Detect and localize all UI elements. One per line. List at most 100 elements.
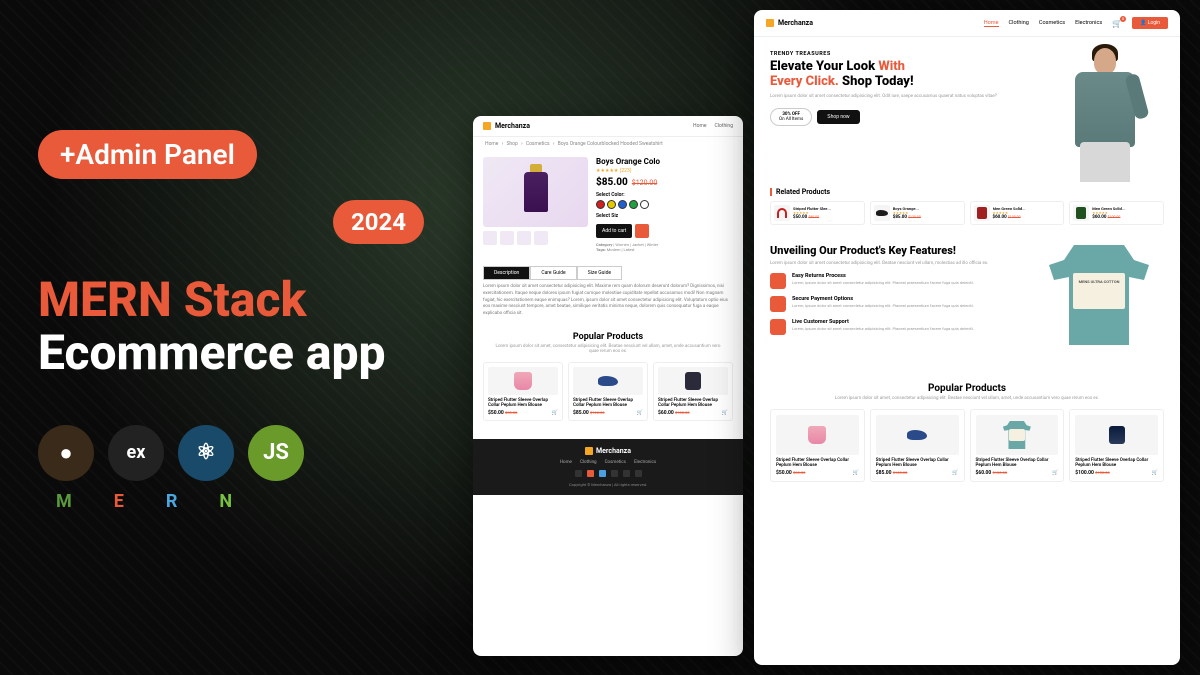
footer-link[interactable]: Electronics [634, 460, 656, 465]
payment-icon [770, 296, 786, 312]
support-icon [770, 319, 786, 335]
facebook-icon[interactable] [575, 470, 582, 477]
tab-size[interactable]: Size Guide [577, 266, 622, 280]
promo-panel: +Admin Panel 2024 MERN Stack Ecommerce a… [38, 130, 386, 512]
swatch-blue[interactable] [618, 200, 627, 209]
related-products: Related Products Striped Flutter Slee...… [754, 182, 1180, 231]
cart-icon[interactable]: 🛒 [637, 410, 643, 416]
product-detail-window: Merchanza Home Clothing Home › Shop › Co… [473, 116, 743, 656]
brand-logo[interactable]: Merchanza [483, 122, 530, 130]
description-text: Lorem ipsum dolor sit amet consectetur a… [473, 284, 743, 318]
product-card[interactable]: Striped Flutter Sleeve Overlap Collar Pe… [870, 409, 965, 482]
swatch-white[interactable] [640, 200, 649, 209]
thumb[interactable] [483, 231, 497, 245]
navbar: Merchanza Home Clothing [473, 116, 743, 137]
youtube-icon[interactable] [623, 470, 630, 477]
product-tabs: Description Care Guide Size Guide [483, 266, 733, 280]
login-button[interactable]: 👤 Login [1132, 17, 1168, 29]
add-to-cart-button[interactable]: Add to cart [596, 224, 632, 238]
bag-icon [483, 122, 491, 130]
hero-image [1030, 37, 1180, 182]
returns-icon [770, 273, 786, 289]
homepage-window: Merchanza Home Clothing Cosmetics Electr… [754, 10, 1180, 665]
nav-clothing[interactable]: Clothing [715, 123, 734, 129]
cart-icon[interactable]: 🛒 [722, 410, 728, 416]
swatch-yellow[interactable] [607, 200, 616, 209]
cart-icon[interactable]: 🛒 [552, 410, 558, 416]
cart-icon[interactable]: 🛒 [853, 470, 859, 476]
thumb[interactable] [534, 231, 548, 245]
github-icon[interactable] [635, 470, 642, 477]
product-meta: Category | Women | Jacket | Winter Tags:… [596, 242, 733, 252]
brand-logo[interactable]: Merchanza [766, 19, 813, 27]
instagram-icon[interactable] [587, 470, 594, 477]
color-swatches [596, 200, 733, 209]
tab-care[interactable]: Care Guide [530, 266, 576, 280]
nav-clothing[interactable]: Clothing [1009, 20, 1029, 26]
color-label: Select Color: [596, 192, 733, 198]
mongodb-icon: ● [38, 425, 94, 481]
thumb[interactable] [517, 231, 531, 245]
swatch-red[interactable] [596, 200, 605, 209]
features-heading: Unveiling Our Product's Key Features! [770, 245, 1020, 258]
popular-heading: Popular Products [770, 383, 1164, 394]
favorite-button[interactable] [635, 224, 649, 238]
hero-eyebrow: TRENDY TREASURES [770, 51, 999, 57]
nav-electronics[interactable]: Electronics [1075, 20, 1102, 26]
tech-icons: ● ex ⚛ JS [38, 425, 386, 481]
related-card[interactable]: Men Green Solid...★★★★★$60.00 $100.00 [1069, 201, 1164, 225]
react-icon: ⚛ [178, 425, 234, 481]
cart-icon[interactable]: 🛒 [952, 470, 958, 476]
product-main-image[interactable] [483, 157, 588, 227]
product-card[interactable]: Striped Flutter Sleeve Overlap Collar Pe… [1069, 409, 1164, 482]
hero-subtitle: Lorem ipsum dolor sit amet consectetur a… [770, 94, 999, 100]
features-subtitle: Lorem ipsum dolor sit amet consectetur a… [770, 261, 1020, 266]
related-card[interactable]: Men Green Solid...★★★★★$60.00 $100.00 [970, 201, 1065, 225]
footer-link[interactable]: Cosmetics [605, 460, 626, 465]
feature-item: Live Customer SupportLorem, ipsum dolor … [770, 319, 1020, 335]
hero-title: Elevate Your Look With Every Click. Shop… [770, 60, 999, 90]
related-card[interactable]: Boys Orange...★★★★★$85.00 $120.00 [870, 201, 965, 225]
navbar: Merchanza Home Clothing Cosmetics Electr… [754, 10, 1180, 37]
product-card[interactable]: Striped Flutter Sleeve Overlap Collar Pe… [653, 362, 733, 421]
feature-image: MENS ULTRA COTTON [1034, 245, 1164, 345]
year-badge: 2024 [333, 200, 424, 244]
tab-description[interactable]: Description [483, 266, 530, 280]
nav-home[interactable]: Home [984, 20, 999, 27]
nav-links: Home Clothing [693, 123, 733, 129]
swatch-green[interactable] [629, 200, 638, 209]
related-heading: Related Products [770, 188, 1164, 196]
popular-subtitle: Lorem ipsum dolor sit amet, consectetur … [473, 344, 743, 354]
twitter-icon[interactable] [599, 470, 606, 477]
footer-link[interactable]: Home [560, 460, 572, 465]
social-icons [473, 470, 743, 477]
home-popular: Popular Products Lorem ipsum dolor sit a… [754, 359, 1180, 500]
features-section: Unveiling Our Product's Key Features! Lo… [754, 231, 1180, 359]
node-icon: JS [248, 425, 304, 481]
nav-cosmetics[interactable]: Cosmetics [1039, 20, 1065, 26]
shop-now-button[interactable]: Shop now [817, 110, 859, 124]
bag-icon [585, 447, 593, 455]
cart-icon[interactable]: 🛒 [1052, 470, 1058, 476]
linkedin-icon[interactable] [611, 470, 618, 477]
hero-section: TRENDY TREASURES Elevate Your Look With … [754, 37, 1180, 182]
product-card[interactable]: Striped Flutter Sleeve Overlap Collar Pe… [568, 362, 648, 421]
breadcrumb: Home › Shop › Cosmetics › Boys Orange Co… [473, 137, 743, 151]
copyright: Copyright © Merchanza | All rights reser… [473, 482, 743, 487]
cart-icon[interactable]: 🛒 [1112, 19, 1122, 28]
product-card[interactable]: Striped Flutter Sleeve Overlap Collar Pe… [770, 409, 865, 482]
footer-link[interactable]: Clothing [580, 460, 597, 465]
express-icon: ex [108, 425, 164, 481]
thumb[interactable] [500, 231, 514, 245]
cart-icon[interactable]: 🛒 [1152, 470, 1158, 476]
product-card[interactable]: Striped Flutter Sleeve Overlap Collar Pe… [483, 362, 563, 421]
promo-title: MERN Stack Ecommerce app [38, 274, 386, 380]
bag-icon [766, 19, 774, 27]
rating: ★★★★★ (223) [596, 168, 733, 174]
product-card[interactable]: Striped Flutter Sleeve Overlap Collar Pe… [970, 409, 1065, 482]
footer: Merchanza Home Clothing Cosmetics Electr… [473, 439, 743, 495]
related-card[interactable]: Striped Flutter Slee...★★★★★$50.00 $80.0… [770, 201, 865, 225]
feature-item: Easy Returns ProcessLorem, ipsum dolor s… [770, 273, 1020, 289]
nav-home[interactable]: Home [693, 123, 706, 129]
popular-grid: Striped Flutter Sleeve Overlap Collar Pe… [473, 354, 743, 429]
